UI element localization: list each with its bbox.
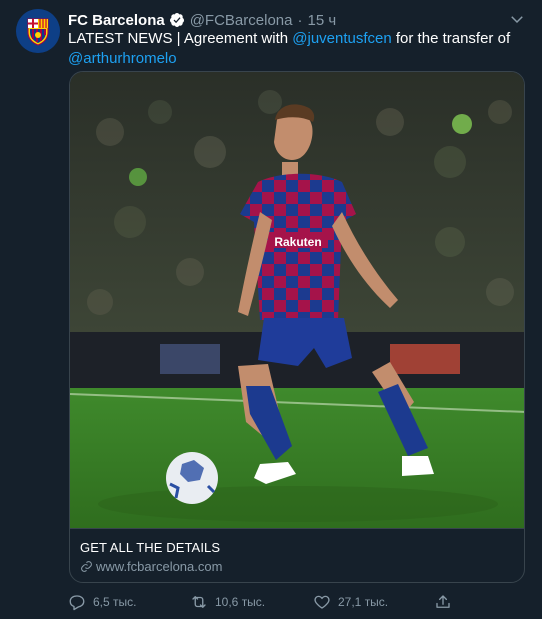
card-image[interactable]: Rakuten (70, 72, 524, 528)
like-icon (314, 595, 330, 609)
mention-arthur[interactable]: @arthurhromelo (68, 50, 177, 67)
separator-dot: · (297, 11, 303, 29)
jersey-sponsor: Rakuten (274, 235, 321, 249)
tweet-text: LATEST NEWS | Agreement with @juventusfc… (68, 29, 523, 69)
share-icon (436, 595, 450, 608)
retweet-icon (192, 596, 206, 608)
author-handle[interactable]: @FCBarcelona (190, 12, 293, 29)
retweet-count: 10,6 тыс. (215, 595, 266, 609)
card-title[interactable]: GET ALL THE DETAILS (80, 540, 220, 555)
fcb-crest-icon (16, 9, 60, 53)
verified-icon (169, 13, 184, 27)
retweet-button[interactable]: 10,6 тыс. (190, 593, 265, 611)
chevron-down-icon[interactable] (508, 10, 526, 28)
tweet-actions: 6,5 тыс. 10,6 тыс. 27,1 тыс. (68, 593, 468, 613)
link-card[interactable]: Rakuten GET ALL THE DETAILS www.fcbarcel… (69, 71, 525, 583)
tweet[interactable]: FC Barcelona @FCBarcelona · 15 ч LATEST … (0, 0, 542, 619)
reply-icon (69, 595, 85, 611)
author-name[interactable]: FC Barcelona (68, 12, 165, 29)
card-url[interactable]: www.fcbarcelona.com (80, 559, 222, 574)
player-photo: Rakuten (70, 72, 524, 528)
tweet-text-prefix: LATEST NEWS | Agreement with (68, 30, 293, 47)
tweet-header: FC Barcelona @FCBarcelona · 15 ч (68, 10, 336, 30)
share-button[interactable] (434, 593, 459, 611)
link-icon (81, 561, 92, 572)
reply-count: 6,5 тыс. (93, 595, 137, 609)
avatar[interactable] (16, 9, 60, 53)
like-count: 27,1 тыс. (338, 595, 389, 609)
card-url-text: www.fcbarcelona.com (96, 559, 223, 574)
mention-juventus[interactable]: @juventusfcen (292, 30, 391, 47)
reply-button[interactable]: 6,5 тыс. (68, 593, 136, 611)
timestamp[interactable]: 15 ч (307, 12, 336, 29)
tweet-text-middle: for the transfer of (391, 30, 511, 47)
card-divider (70, 528, 524, 529)
like-button[interactable]: 27,1 тыс. (313, 593, 388, 611)
